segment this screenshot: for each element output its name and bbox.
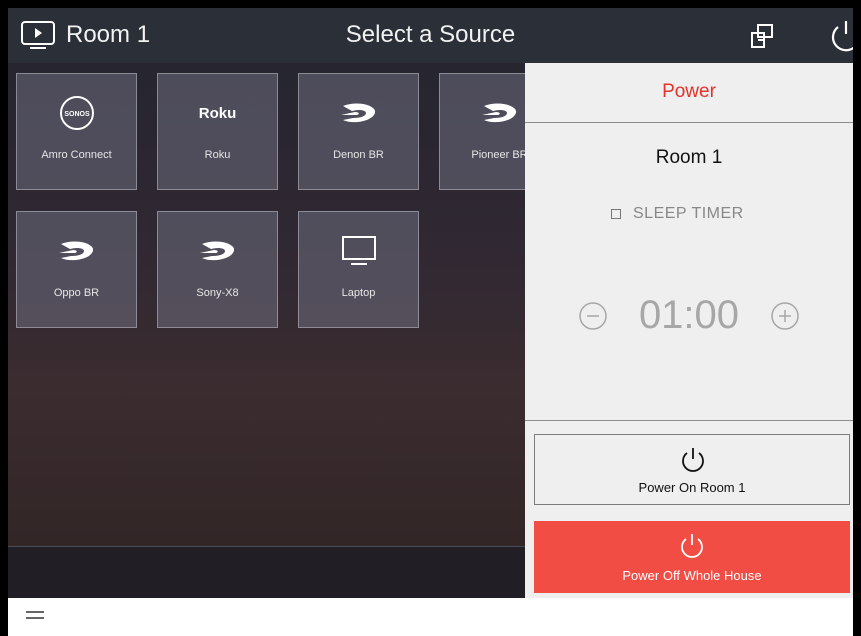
source-tile-laptop[interactable]: Laptop [298,211,419,328]
svg-text:SONOS: SONOS [64,111,90,118]
top-bar: Room 1 Select a Source [8,8,853,63]
power-on-label: Power On Room 1 [638,480,746,495]
source-label: Laptop [341,287,376,299]
source-label: Oppo BR [53,287,100,299]
power-on-room-button[interactable]: Power On Room 1 [534,434,850,505]
source-label: Denon BR [333,149,384,161]
checkbox-icon [611,209,621,219]
minus-icon[interactable] [578,301,608,331]
bottom-strip [8,546,528,598]
divider [525,122,853,123]
power-off-label: Power Off Whole House [622,568,762,583]
footer-bar [8,598,853,636]
source-label: Roku [204,149,231,161]
source-tile-oppo-br[interactable]: Oppo BR [16,211,137,328]
divider [525,420,853,421]
bluray-logo [158,234,277,268]
roku-logo: Roku [198,104,237,122]
timer-value: 01:00 [638,293,740,337]
panel-room-name: Room 1 [655,147,723,168]
power-off-whole-house-button[interactable]: Power Off Whole House [534,521,850,593]
menu-icon[interactable] [26,610,44,620]
panel-title: Power [662,81,716,102]
page-title: Select a Source [345,21,516,48]
source-label: Sony-X8 [196,287,239,299]
timer-control: 01:00 [525,293,853,338]
power-icon[interactable] [828,18,853,54]
layout-icon[interactable] [748,22,776,50]
power-icon [681,534,703,558]
sleep-timer-label: SLEEP TIMER [633,205,744,222]
source-label: Amro Connect [41,149,112,161]
power-panel: Power Room 1 SLEEP TIMER 01:00 Power On … [525,63,853,598]
source-tile-denon-br[interactable]: Denon BR [298,73,419,190]
app-frame: Room 1 Select a Source SONOS Amro Connec… [8,8,853,598]
bluray-logo [299,96,418,130]
source-tile-sony-x8[interactable]: Sony-X8 [157,211,278,328]
bluray-logo [17,234,136,268]
source-tile-roku[interactable]: Roku Roku [157,73,278,190]
power-icon [682,448,704,472]
sleep-timer-checkbox[interactable]: SLEEP TIMER [611,205,744,223]
plus-icon[interactable] [770,301,800,331]
source-tile-amro-connect[interactable]: SONOS Amro Connect [16,73,137,190]
monitor-icon [299,234,418,268]
sonos-logo: SONOS [17,96,136,130]
